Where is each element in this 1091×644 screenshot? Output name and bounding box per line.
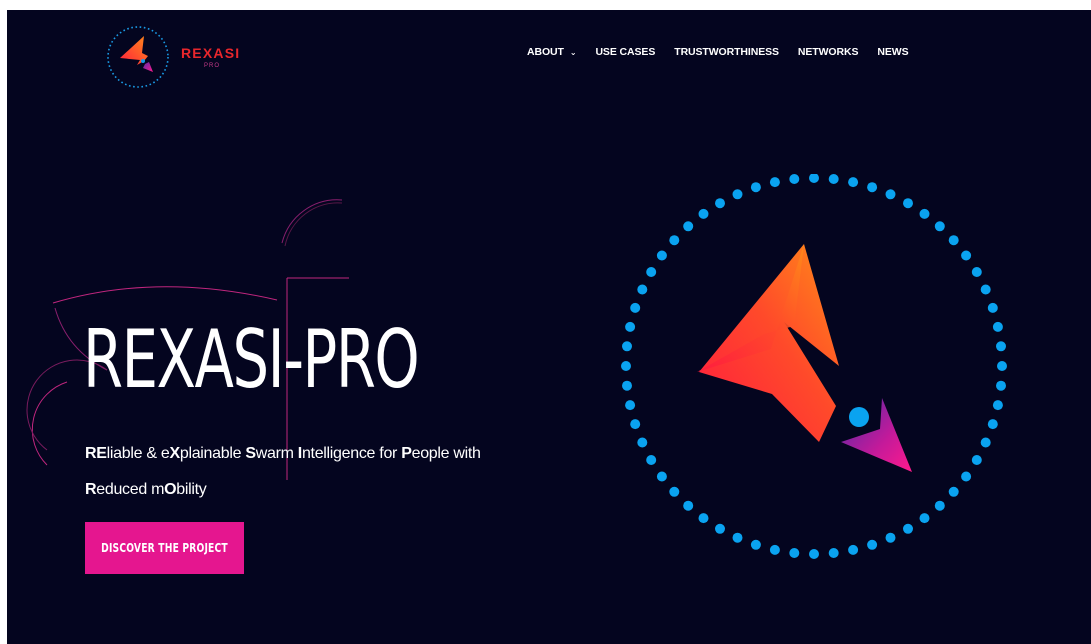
ring-dot — [848, 177, 859, 188]
ring-dot — [997, 361, 1007, 371]
ring-dot — [809, 174, 819, 183]
tagline-text: bility — [176, 481, 207, 498]
ring-dot — [646, 455, 657, 465]
dotted-ring — [621, 174, 1007, 559]
brand-sub: PRO — [204, 63, 221, 69]
ring-dot — [621, 361, 631, 371]
ring-dot — [919, 208, 930, 219]
rexasi-star-logo-icon — [107, 26, 169, 88]
ring-dot — [683, 221, 694, 232]
nav-item-use-cases[interactable]: USE CASES — [595, 46, 655, 58]
discover-project-button[interactable]: DISCOVER THE PROJECT — [85, 522, 244, 574]
ring-dot — [630, 419, 641, 430]
ring-dot — [625, 400, 636, 411]
ring-dot — [934, 500, 945, 511]
ring-dot — [987, 419, 998, 430]
ring-dot — [698, 513, 709, 524]
ring-dot — [934, 221, 945, 232]
brand-logo[interactable]: REXASI PRO — [105, 24, 265, 90]
ring-dot — [698, 208, 709, 219]
brand-name: REXASI — [181, 45, 241, 61]
tagline-text: plainable — [179, 445, 246, 462]
ring-dot — [656, 471, 667, 482]
ring-dot — [848, 544, 859, 555]
ring-dot — [996, 380, 1006, 391]
rexasi-star-emblem-icon — [621, 174, 1007, 559]
tagline-bold: P — [401, 445, 412, 462]
tagline-bold: RE — [85, 445, 107, 462]
tagline-text: liable & e — [106, 445, 170, 462]
ring-dot — [980, 437, 991, 448]
ring-dot — [885, 189, 896, 200]
tagline-text: educed m — [96, 481, 165, 498]
tagline-text: ntelligence for — [301, 445, 402, 462]
ring-dot — [769, 177, 780, 188]
ring-dot — [885, 532, 896, 543]
ring-dot — [867, 539, 878, 550]
ring-dot — [948, 486, 959, 497]
ring-dot — [867, 182, 878, 193]
hero-page: REXASI PRO ABOUT ⌄ USE CASES TRUSTWORTHI… — [7, 10, 1091, 644]
ring-dot — [809, 549, 819, 559]
ring-dot — [789, 548, 800, 558]
ring-dot — [683, 500, 694, 511]
ring-dot — [919, 513, 930, 524]
ring-dot — [669, 235, 680, 246]
tagline-bold: X — [169, 445, 180, 462]
hero-title: REXASI-PRO — [83, 313, 420, 406]
ring-dot — [625, 321, 636, 332]
tagline-bold: O — [164, 481, 177, 498]
ring-dot — [715, 523, 725, 534]
ring-dot — [622, 380, 632, 391]
ring-dot — [637, 437, 648, 448]
ring-dot — [789, 174, 800, 184]
ring-dot — [715, 198, 725, 209]
ring-dot — [980, 284, 991, 295]
ring-dot — [828, 174, 839, 184]
nav-item-trustworthiness[interactable]: TRUSTWORTHINESS — [674, 46, 779, 58]
tagline-text: warm — [255, 445, 298, 462]
ring-dot — [996, 341, 1006, 352]
ring-dot — [903, 523, 913, 534]
nav-item-label: USE CASES — [595, 46, 656, 58]
ring-dot — [828, 548, 839, 558]
tagline-text: eople with — [411, 445, 481, 462]
ring-dot — [987, 302, 998, 313]
ring-dot — [961, 471, 972, 482]
ring-dot — [750, 182, 761, 193]
ring-dot — [669, 486, 680, 497]
ring-dot — [961, 250, 972, 261]
main-nav: ABOUT ⌄ USE CASES TRUSTWORTHINESS NETWOR… — [527, 46, 927, 58]
nav-item-label: NETWORKS — [797, 46, 859, 58]
nav-item-label: NEWS — [877, 46, 909, 58]
ring-dot — [656, 250, 667, 261]
ring-dot — [971, 455, 982, 465]
tagline-bold: R — [85, 481, 97, 498]
nav-item-label: TRUSTWORTHINESS — [674, 46, 779, 58]
ring-dot — [971, 267, 982, 277]
ring-dot — [948, 235, 959, 246]
ring-dot — [903, 198, 913, 209]
ring-dot — [732, 532, 743, 543]
nav-item-about[interactable]: ABOUT ⌄ — [527, 46, 577, 58]
ring-dot — [750, 539, 761, 550]
hero-tagline: REliable & eXplainable Swarm Intelligenc… — [85, 436, 565, 508]
ring-dot — [646, 267, 657, 277]
ring-dot — [992, 400, 1003, 411]
cta-label-part1: DISCOVER — [101, 541, 155, 555]
ring-dot — [622, 341, 632, 352]
ring-dot — [732, 189, 743, 200]
cta-label: DISCOVER THE PROJECT — [101, 541, 228, 555]
nav-item-networks[interactable]: NETWORKS — [797, 46, 859, 58]
tagline-bold: S — [245, 445, 256, 462]
ring-dot — [630, 302, 641, 313]
ring-dot — [637, 284, 648, 295]
ring-dot — [769, 544, 780, 555]
nav-item-news[interactable]: NEWS — [877, 46, 908, 58]
nav-item-label: ABOUT — [527, 46, 564, 58]
chevron-down-icon: ⌄ — [569, 47, 577, 57]
ring-dot — [992, 321, 1003, 332]
cta-label-part2: THE PROJECT — [158, 541, 228, 555]
